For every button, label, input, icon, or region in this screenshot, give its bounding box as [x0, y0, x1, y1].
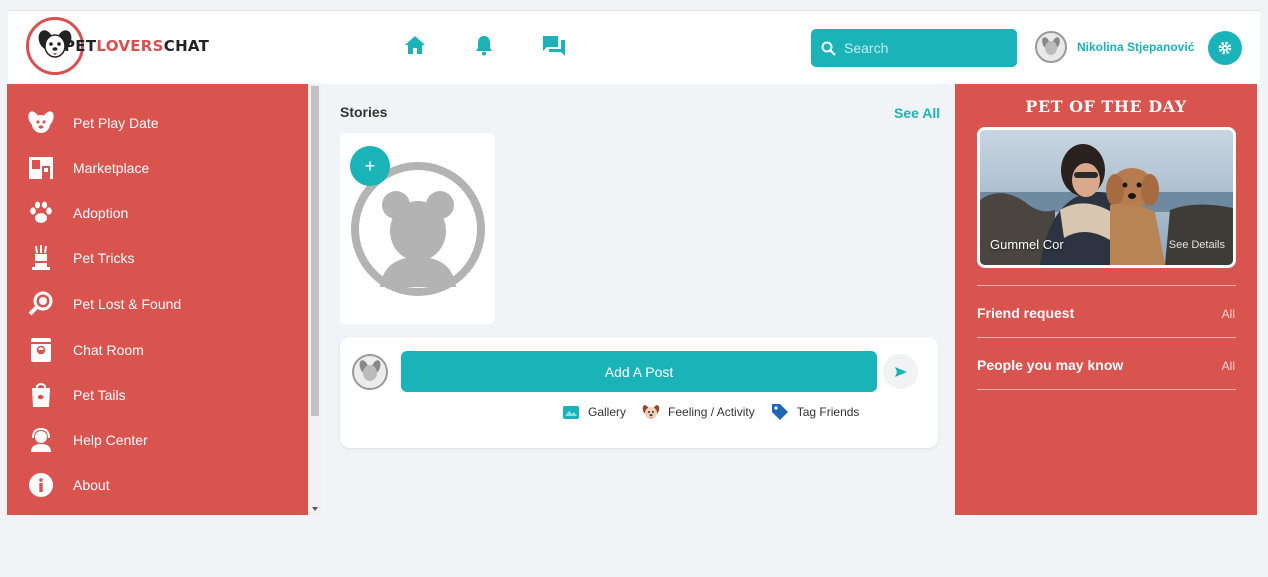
- pet-of-the-day-title: PET OF THE DAY: [1025, 97, 1187, 116]
- app-logo[interactable]: PETLOVERSCHAT: [26, 17, 209, 75]
- sidebar-item-label: Help Center: [73, 432, 148, 448]
- magnifier-icon: [25, 289, 57, 319]
- sidebar-item-pet-tails[interactable]: Pet Tails: [25, 380, 126, 410]
- create-post-box: Add A Post Gallery Feeling / Activity Ta…: [340, 337, 938, 448]
- sidebar-item-about[interactable]: About: [25, 470, 110, 500]
- gear-icon: [1218, 41, 1232, 55]
- friend-request-all-link[interactable]: All: [1222, 307, 1235, 321]
- pet-of-the-day-name: Gummel Cor: [990, 237, 1064, 252]
- scroll-thumb[interactable]: [311, 86, 319, 416]
- tag-icon: [771, 404, 788, 420]
- bell-icon[interactable]: [475, 35, 493, 56]
- sidebar-scrollbar[interactable]: [308, 84, 322, 515]
- support-agent-icon: [25, 425, 57, 455]
- sidebar-item-label: Pet Tails: [73, 387, 126, 403]
- gallery-action[interactable]: Gallery: [562, 404, 626, 420]
- settings-button[interactable]: [1208, 31, 1242, 65]
- sidebar-item-label: Chat Room: [73, 342, 144, 358]
- sidebar-item-marketplace[interactable]: Marketplace: [25, 153, 149, 183]
- sidebar-item-chat-room[interactable]: Chat Room: [25, 335, 144, 365]
- sidebar-item-label: About: [73, 477, 110, 493]
- sidebar-item-pet-play-date[interactable]: Pet Play Date: [25, 108, 159, 138]
- see-details-link[interactable]: See Details: [1169, 239, 1225, 251]
- sidebar-item-pet-tricks[interactable]: Pet Tricks: [25, 243, 134, 273]
- add-post-button[interactable]: Add A Post: [401, 351, 877, 392]
- store-icon: [25, 153, 57, 183]
- magic-hat-icon: [25, 243, 57, 273]
- people-you-may-know-label: People you may know: [977, 357, 1124, 373]
- info-icon: [25, 470, 57, 500]
- sidebar-item-adoption[interactable]: Adoption: [25, 198, 128, 228]
- shopping-bag-icon: [25, 380, 57, 410]
- gallery-icon: [563, 406, 579, 419]
- search-icon: [821, 41, 836, 56]
- chat-room-icon: [25, 335, 57, 365]
- stories-title: Stories: [340, 104, 388, 120]
- post-user-avatar: [352, 354, 388, 390]
- post-actions: Gallery Feeling / Activity Tag Friends: [562, 403, 875, 421]
- divider: [977, 337, 1236, 338]
- home-icon[interactable]: [404, 35, 426, 55]
- search-input[interactable]: [844, 40, 1004, 56]
- dog-face-icon: [25, 108, 57, 138]
- dog-face-icon: [642, 404, 660, 419]
- scroll-down-arrow-icon[interactable]: [312, 507, 318, 511]
- sidebar-item-label: Marketplace: [73, 160, 150, 176]
- add-story-card[interactable]: +: [340, 133, 495, 324]
- tag-friends-action[interactable]: Tag Friends: [771, 403, 859, 421]
- right-panel: PET OF THE DAY Gummel Cor See Details Fr…: [955, 84, 1257, 515]
- sidebar-item-label: Pet Lost & Found: [73, 296, 182, 312]
- sidebar-item-label: Pet Tricks: [73, 250, 135, 266]
- user-name[interactable]: Nikolina Stjepanović: [1077, 40, 1194, 54]
- paw-icon: [25, 198, 57, 228]
- send-icon: [894, 366, 907, 377]
- friend-request-label: Friend request: [977, 305, 1075, 321]
- divider: [977, 389, 1236, 390]
- feeling-activity-action[interactable]: Feeling / Activity: [642, 404, 755, 421]
- top-header: PETLOVERSCHAT Nikolina Stjepanović: [8, 10, 1260, 84]
- logo-wordmark: PETLOVERSCHAT: [64, 37, 210, 55]
- divider: [977, 285, 1236, 286]
- user-avatar[interactable]: [1035, 31, 1067, 63]
- search-bar[interactable]: [811, 29, 1017, 67]
- chat-icon[interactable]: [542, 35, 566, 57]
- stories-see-all-link[interactable]: See All: [894, 105, 940, 121]
- pet-of-the-day-card[interactable]: Gummel Cor See Details: [977, 127, 1236, 268]
- people-you-may-know-all-link[interactable]: All: [1222, 359, 1235, 373]
- add-story-button[interactable]: +: [350, 146, 390, 186]
- sidebar-item-help-center[interactable]: Help Center: [25, 425, 148, 455]
- sidebar-item-label: Adoption: [73, 205, 129, 221]
- left-sidebar: Pet Play Date Marketplace Adoption Pet T…: [7, 84, 308, 515]
- sidebar-item-label: Pet Play Date: [73, 115, 159, 131]
- send-button[interactable]: [883, 354, 918, 389]
- sidebar-item-pet-lost-found[interactable]: Pet Lost & Found: [25, 289, 181, 319]
